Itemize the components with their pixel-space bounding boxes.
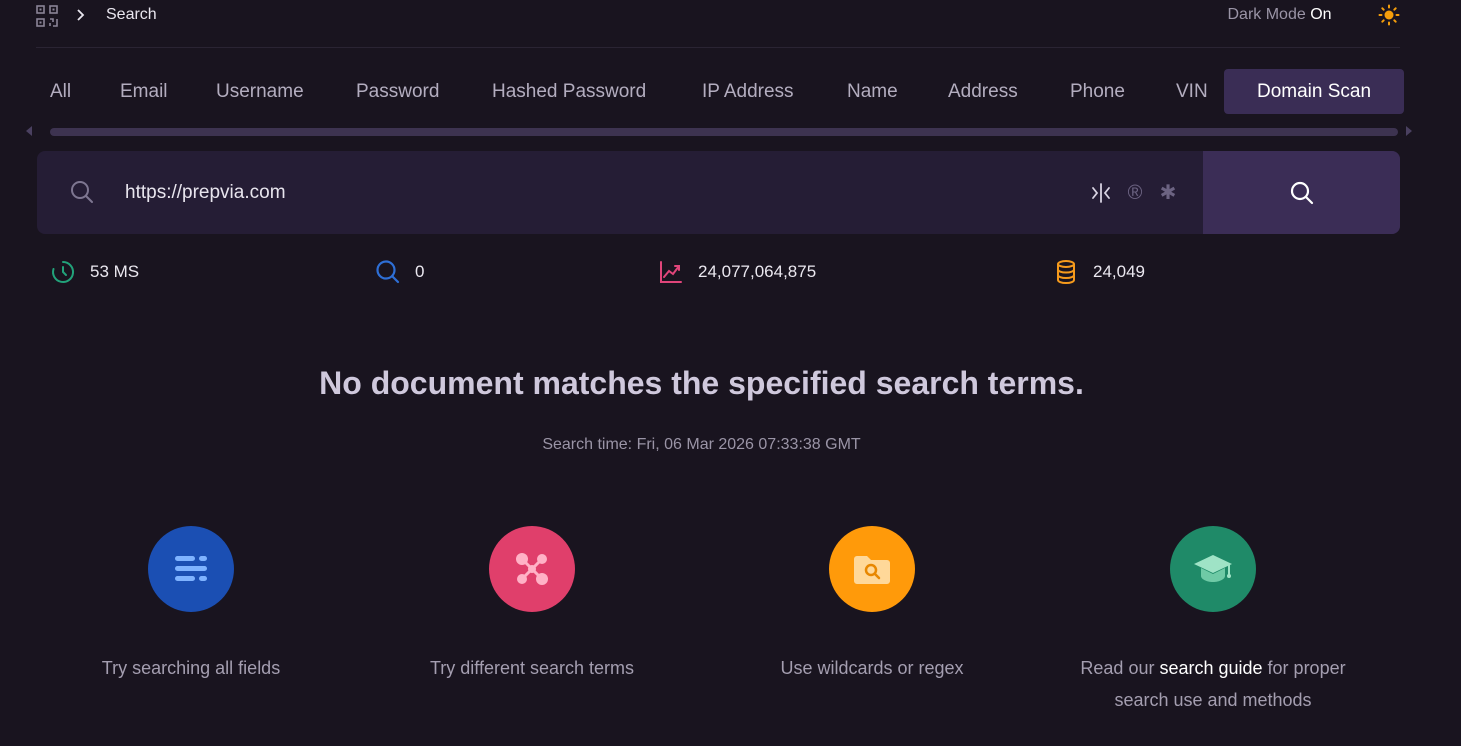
tip-wildcards-text: Use wildcards or regex [780, 658, 964, 678]
no-results-headline: No document matches the specified search… [319, 365, 1084, 401]
search-icon [71, 181, 93, 203]
tab-all[interactable]: All [36, 69, 85, 114]
tab-vin[interactable]: VIN [1162, 69, 1222, 114]
stat-databases: 24,049 [1053, 258, 1145, 286]
wildcard-toggle-icon[interactable]: ✱ [1156, 181, 1180, 205]
chevron-right-icon [77, 9, 85, 21]
stat-results: 0 [375, 258, 424, 286]
results-search-icon [376, 260, 400, 284]
sun-icon[interactable] [1378, 4, 1400, 26]
list-icon [148, 526, 234, 612]
chart-trend-icon [660, 261, 682, 283]
tip-search-guide-text: Read our search guide for proper search … [1063, 652, 1363, 716]
tab-domain-scan[interactable]: Domain Scan [1224, 69, 1405, 114]
tab-email[interactable]: Email [106, 69, 182, 114]
top-bar: Search Dark Mode On [36, 0, 1400, 48]
search-time: Search time: Fri, 06 Mar 2026 07:33:38 G… [542, 436, 861, 453]
folder-search-icon [829, 526, 915, 612]
search-stats: 53 MS 0 24,077,064,875 24,049 [0, 258, 1461, 286]
tab-address[interactable]: Address [934, 69, 1032, 114]
stat-time-value: 53 MS [90, 262, 140, 281]
scroll-left-arrow[interactable] [26, 126, 32, 136]
tab-phone[interactable]: Phone [1056, 69, 1139, 114]
tabs-scrollbar[interactable] [50, 128, 1398, 136]
database-icon [1057, 260, 1075, 285]
graduation-cap-icon [1170, 526, 1256, 612]
breadcrumb-current[interactable]: Search [106, 6, 157, 24]
dark-mode-label: Dark Mode [1227, 6, 1306, 23]
search-bar: ® ✱ [37, 151, 1400, 234]
dark-mode-toggle[interactable]: Dark Mode On [1228, 6, 1365, 24]
stat-total-records: 24,077,064,875 [658, 258, 816, 286]
tab-username[interactable]: Username [202, 69, 318, 114]
scroll-right-arrow[interactable] [1406, 126, 1412, 136]
search-type-tabs: All Email Username Password Hashed Passw… [36, 69, 1406, 114]
tip-different-terms: Try different search terms [382, 526, 682, 684]
tab-hashed-password[interactable]: Hashed Password [478, 69, 660, 114]
stat-databases-value: 24,049 [1093, 262, 1145, 281]
search-input[interactable] [123, 171, 1027, 215]
network-icon [489, 526, 575, 612]
tip-all-fields: Try searching all fields [41, 526, 341, 684]
search-button-icon [1290, 181, 1313, 204]
clock-icon [52, 260, 75, 283]
stat-results-value: 0 [415, 262, 425, 281]
split-icon[interactable] [1089, 181, 1113, 205]
tip-search-guide: Read our search guide for proper search … [1063, 526, 1363, 716]
regex-toggle-icon[interactable]: ® [1123, 181, 1147, 205]
tip-wildcards: Use wildcards or regex [722, 526, 1022, 684]
tip-different-terms-text: Try different search terms [429, 658, 635, 678]
stat-total-records-value: 24,077,064,875 [698, 262, 817, 281]
tab-ip-address[interactable]: IP Address [688, 69, 808, 114]
search-guide-link[interactable]: search guide [1159, 658, 1262, 678]
search-submit-button[interactable] [1203, 151, 1400, 234]
qr-code-icon[interactable] [36, 5, 58, 27]
stat-time: 53 MS [50, 258, 139, 286]
tab-name[interactable]: Name [833, 69, 912, 114]
dark-mode-state: On [1310, 6, 1332, 23]
tab-password[interactable]: Password [342, 69, 453, 114]
tip-search-guide-pre: Read our [1080, 658, 1160, 678]
tip-all-fields-text: Try searching all fields [101, 658, 281, 678]
